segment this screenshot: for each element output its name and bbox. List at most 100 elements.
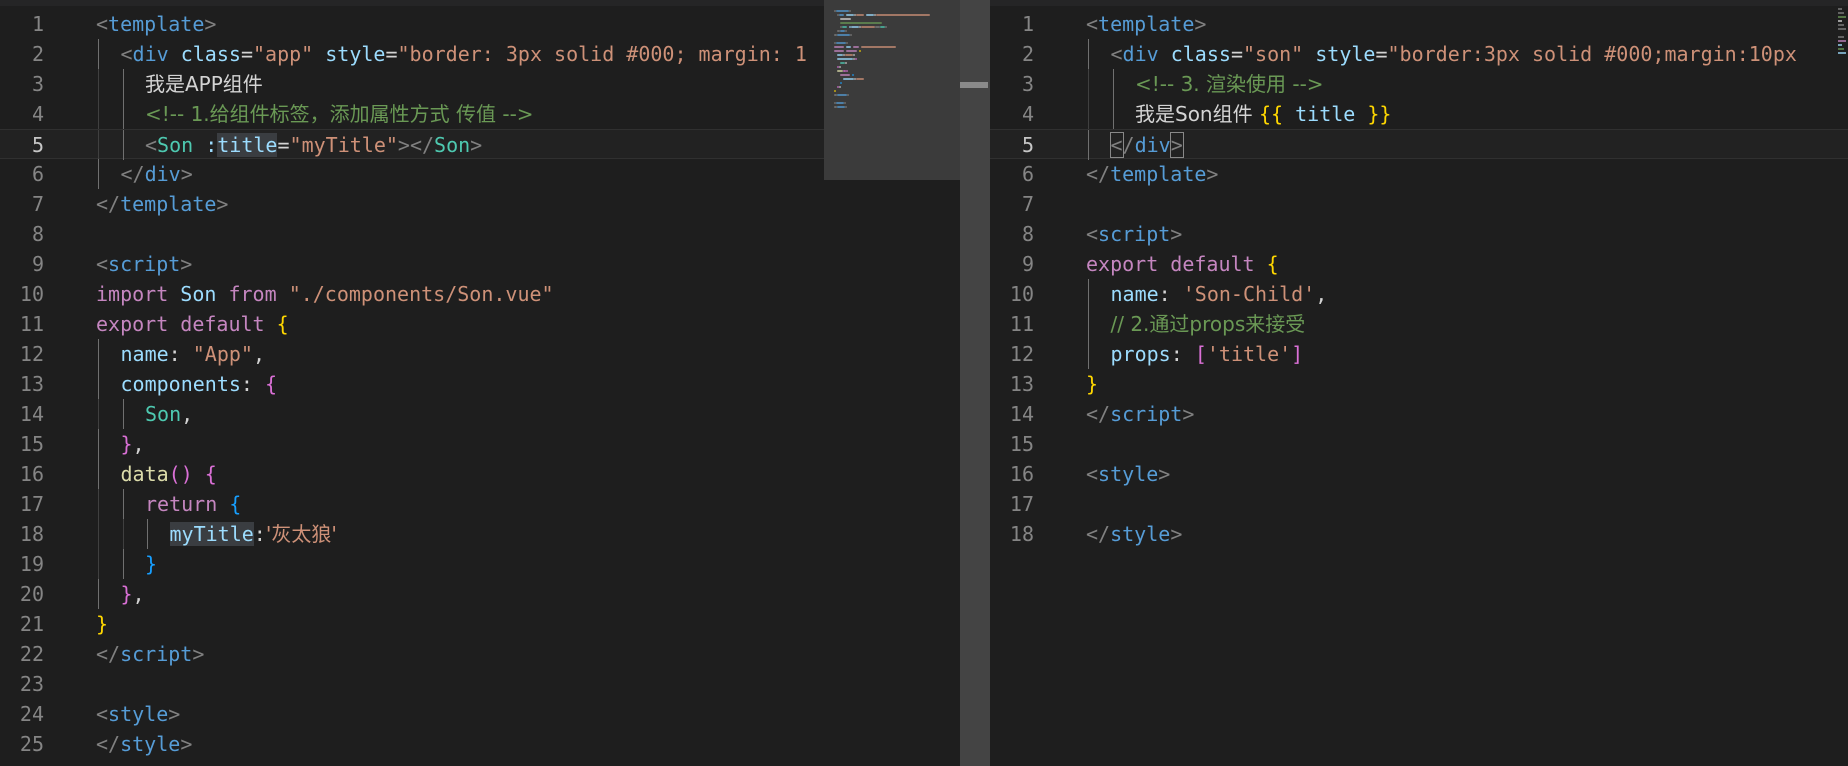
code-line[interactable]: 12 name: "App", <box>0 339 824 369</box>
code-text[interactable]: }, <box>121 579 145 609</box>
code-line[interactable]: 2 <div class="son" style="border:3px soli… <box>990 39 1848 69</box>
code-text[interactable]: return { <box>145 489 241 519</box>
minimap[interactable] <box>1838 0 1848 60</box>
code-line[interactable]: 5 <Son :title="myTitle"></Son> <box>0 129 824 160</box>
code-line[interactable]: 16 data() { <box>0 459 824 489</box>
code-line[interactable]: 3 我是APP组件 <box>0 69 824 99</box>
code-text[interactable]: </div> <box>1109 130 1184 160</box>
code-line[interactable]: 23 <box>0 669 824 699</box>
code-text[interactable]: </div> <box>121 159 193 189</box>
code-line[interactable]: 12 props: ['title'] <box>990 339 1848 369</box>
code-line[interactable]: 13} <box>990 369 1848 399</box>
code-line[interactable]: 4 我是Son组件 {{ title }} <box>990 99 1848 129</box>
minimap-line <box>876 14 930 16</box>
code-token: [ <box>1194 342 1207 366</box>
code-text[interactable]: </script> <box>96 639 204 669</box>
code-line[interactable]: 21} <box>0 609 824 639</box>
code-line[interactable]: 15}, <box>0 429 824 459</box>
code-text[interactable]: props: ['title'] <box>1111 339 1304 369</box>
code-line[interactable]: 1 <template> <box>990 9 1848 39</box>
code-line[interactable]: 14 Son, <box>0 399 824 429</box>
code-line[interactable]: 3 <!-- 3. 渲染使用 --> <box>990 69 1848 99</box>
code-text[interactable]: name: "App", <box>121 339 266 369</box>
scrollbar-thumb[interactable] <box>960 82 988 88</box>
code-line[interactable]: 7 </template> <box>0 189 824 219</box>
editor-tab-strip[interactable] <box>0 0 824 6</box>
code-text[interactable]: <div class="app" style="border: 3px soli… <box>121 39 807 69</box>
code-text[interactable]: <!-- 1.给组件标签，添加属性方式 传值 --> <box>145 99 534 129</box>
line-number: 3 <box>31 72 44 96</box>
code-text[interactable]: 我是Son组件 {{ title }} <box>1135 99 1391 129</box>
code-line[interactable]: 8 <script> <box>990 219 1848 249</box>
code-text[interactable]: <!-- 3. 渲染使用 --> <box>1135 69 1324 99</box>
code-text[interactable]: export default { <box>1086 249 1279 279</box>
vertical-scrollbar[interactable] <box>960 0 990 766</box>
code-line[interactable]: 22 </script> <box>0 639 824 669</box>
indent-guide <box>1088 130 1089 160</box>
minimap[interactable] <box>824 0 960 180</box>
code-line[interactable]: 14 </script> <box>990 399 1848 429</box>
code-text[interactable]: }, <box>121 429 145 459</box>
code-text[interactable]: } <box>1086 369 1098 399</box>
code-text[interactable]: } <box>145 549 157 579</box>
code-text[interactable]: </style> <box>1086 519 1182 549</box>
minimap-line <box>845 62 847 64</box>
code-text[interactable]: </script> <box>1086 399 1194 429</box>
code-text[interactable]: components: { <box>121 369 278 399</box>
code-text[interactable]: </template> <box>96 189 228 219</box>
code-text[interactable]: Son, <box>145 399 193 429</box>
code-text[interactable]: data() { <box>121 459 217 489</box>
code-area[interactable]: 1 <template> 2 <div class="app" style="bord… <box>0 9 824 759</box>
editor-pane-app-vue[interactable]: 1 <template> 2 <div class="app" style="bord… <box>0 0 824 766</box>
code-text[interactable]: </style> <box>96 729 192 759</box>
line-number: 11 <box>19 312 44 336</box>
line-number: 10 <box>19 282 44 306</box>
code-text[interactable]: name: 'Son-Child', <box>1111 279 1328 309</box>
code-token: export <box>96 312 169 336</box>
code-text[interactable]: <script> <box>96 249 192 279</box>
code-line[interactable]: 17 <box>990 489 1848 519</box>
code-text[interactable]: 我是APP组件 <box>145 69 263 99</box>
code-line[interactable]: 24 <style> <box>0 699 824 729</box>
code-line[interactable]: 7 <box>990 189 1848 219</box>
code-line[interactable]: 8 <box>0 219 824 249</box>
code-line[interactable]: 1 <template> <box>0 9 824 39</box>
code-line[interactable]: 17 return { <box>0 489 824 519</box>
code-text[interactable]: <style> <box>96 699 180 729</box>
code-line[interactable]: 2 <div class="app" style="border: 3px sol… <box>0 39 824 69</box>
code-text[interactable]: <Son :title="myTitle"></Son> <box>145 130 482 160</box>
editor-tab-strip[interactable] <box>990 0 1848 6</box>
code-line[interactable]: 9 export default { <box>990 249 1848 279</box>
code-text[interactable]: <template> <box>1086 9 1206 39</box>
code-line[interactable]: 13 components: { <box>0 369 824 399</box>
code-line[interactable]: 6 </template> <box>990 159 1848 189</box>
editor-pane-son-vue[interactable]: 1 <template> 2 <div class="son" style="bord… <box>990 0 1848 766</box>
code-line[interactable]: 5 </div> <box>990 129 1848 160</box>
code-line[interactable]: 10 import Son from "./components/Son.vue" <box>0 279 824 309</box>
code-line[interactable]: 20}, <box>0 579 824 609</box>
code-text[interactable]: <style> <box>1086 459 1170 489</box>
code-line[interactable]: 15 <box>990 429 1848 459</box>
code-line[interactable]: 18 </style> <box>990 519 1848 549</box>
code-line[interactable]: 4 <!-- 1.给组件标签，添加属性方式 传值 --> <box>0 99 824 129</box>
code-text[interactable]: // 2.通过props来接受 <box>1111 309 1306 339</box>
code-text[interactable]: <div class="son" style="border:3px solid… <box>1111 39 1797 69</box>
code-line[interactable]: 25 </style> <box>0 729 824 759</box>
code-text[interactable]: export default { <box>96 309 289 339</box>
code-line[interactable]: 18 myTitle:'灰太狼' <box>0 519 824 549</box>
code-line[interactable]: 10 name: 'Son-Child', <box>990 279 1848 309</box>
code-line[interactable]: 11 export default { <box>0 309 824 339</box>
code-text[interactable]: } <box>96 609 108 639</box>
code-text[interactable]: <script> <box>1086 219 1182 249</box>
code-token: }} <box>1367 102 1392 126</box>
code-text[interactable]: <template> <box>96 9 216 39</box>
code-text[interactable]: import Son from "./components/Son.vue" <box>96 279 554 309</box>
code-line[interactable]: 16 <style> <box>990 459 1848 489</box>
code-area[interactable]: 1 <template> 2 <div class="son" style="bord… <box>990 9 1848 549</box>
code-line[interactable]: 19} <box>0 549 824 579</box>
code-text[interactable]: </template> <box>1086 159 1218 189</box>
code-line[interactable]: 9 <script> <box>0 249 824 279</box>
code-line[interactable]: 11 // 2.通过props来接受 <box>990 309 1848 339</box>
code-text[interactable]: myTitle:'灰太狼' <box>169 519 337 549</box>
code-line[interactable]: 6 </div> <box>0 159 824 189</box>
